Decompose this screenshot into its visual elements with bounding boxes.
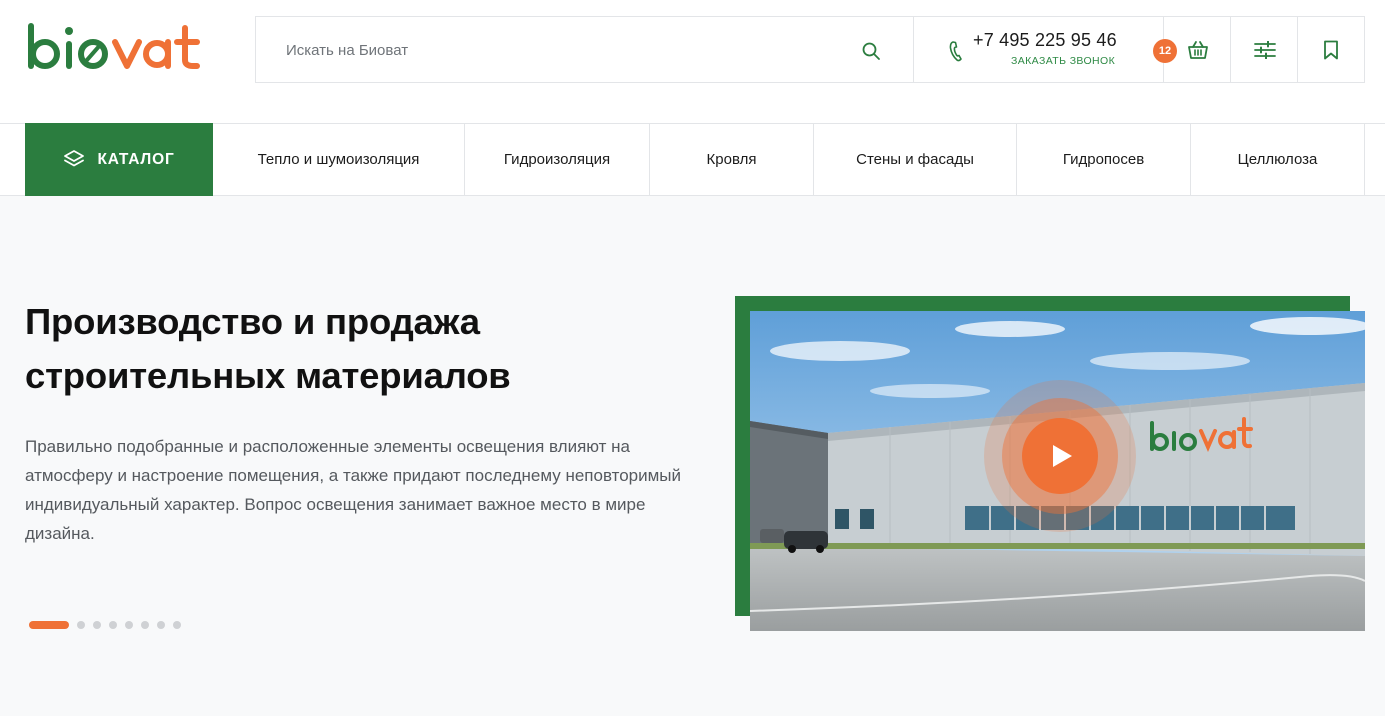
- play-icon: [1053, 445, 1072, 467]
- basket-icon: [1187, 40, 1208, 59]
- nav-item-hydroseeding[interactable]: Гидропосев: [1017, 124, 1191, 195]
- play-circle[interactable]: [1022, 418, 1098, 494]
- hero-section: Производство и продажа строительных мате…: [0, 196, 1385, 716]
- sliders-icon: [1253, 40, 1276, 59]
- favorites-button[interactable]: [1297, 16, 1365, 83]
- catalog-button[interactable]: КАТАЛОГ: [25, 123, 213, 196]
- slider-dot[interactable]: [141, 621, 149, 629]
- search-icon[interactable]: [861, 41, 881, 61]
- nav-item-cellulose[interactable]: Целлюлоза: [1191, 124, 1365, 195]
- slider-dot[interactable]: [93, 621, 101, 629]
- slider-dot[interactable]: [109, 621, 117, 629]
- nav-item-walls-facades[interactable]: Стены и фасады: [814, 124, 1017, 195]
- slider-dot[interactable]: [77, 621, 85, 629]
- search-input[interactable]: [286, 39, 826, 61]
- phone-icon: [949, 41, 962, 62]
- slider-dot[interactable]: [125, 621, 133, 629]
- catalog-label: КАТАЛОГ: [97, 150, 175, 168]
- slider-pagination: [29, 621, 181, 629]
- slider-dot-active[interactable]: [29, 621, 69, 629]
- slider-dot[interactable]: [173, 621, 181, 629]
- cart-button[interactable]: 12: [1153, 16, 1231, 83]
- compare-button[interactable]: [1230, 16, 1298, 83]
- layers-icon: [64, 149, 85, 166]
- hero-description: Правильно подобранные и расположенные эл…: [25, 437, 682, 543]
- site-header: +7 495 225 95 46 ЗАКАЗАТЬ ЗВОНОК 12: [0, 0, 1385, 123]
- contact-box: +7 495 225 95 46 ЗАКАЗАТЬ ЗВОНОК: [913, 16, 1163, 83]
- cart-count-badge: 12: [1153, 39, 1177, 63]
- nav-item-waterproofing[interactable]: Гидроизоляция: [465, 124, 650, 195]
- search-box: [255, 16, 914, 83]
- main-nav: КАТАЛОГ Тепло и шумоизоляция Гидроизоляц…: [0, 123, 1385, 196]
- slider-dot[interactable]: [157, 621, 165, 629]
- nav-item-roofing[interactable]: Кровля: [650, 124, 814, 195]
- nav-item-thermal-insulation[interactable]: Тепло и шумоизоляция: [213, 124, 465, 195]
- bookmark-icon: [1324, 40, 1338, 59]
- biovat-logo[interactable]: [25, 22, 215, 76]
- hero-title: Производство и продажа строительных мате…: [25, 301, 511, 396]
- callback-link[interactable]: ЗАКАЗАТЬ ЗВОНОК: [1011, 55, 1115, 67]
- phone-number[interactable]: +7 495 225 95 46: [973, 30, 1117, 51]
